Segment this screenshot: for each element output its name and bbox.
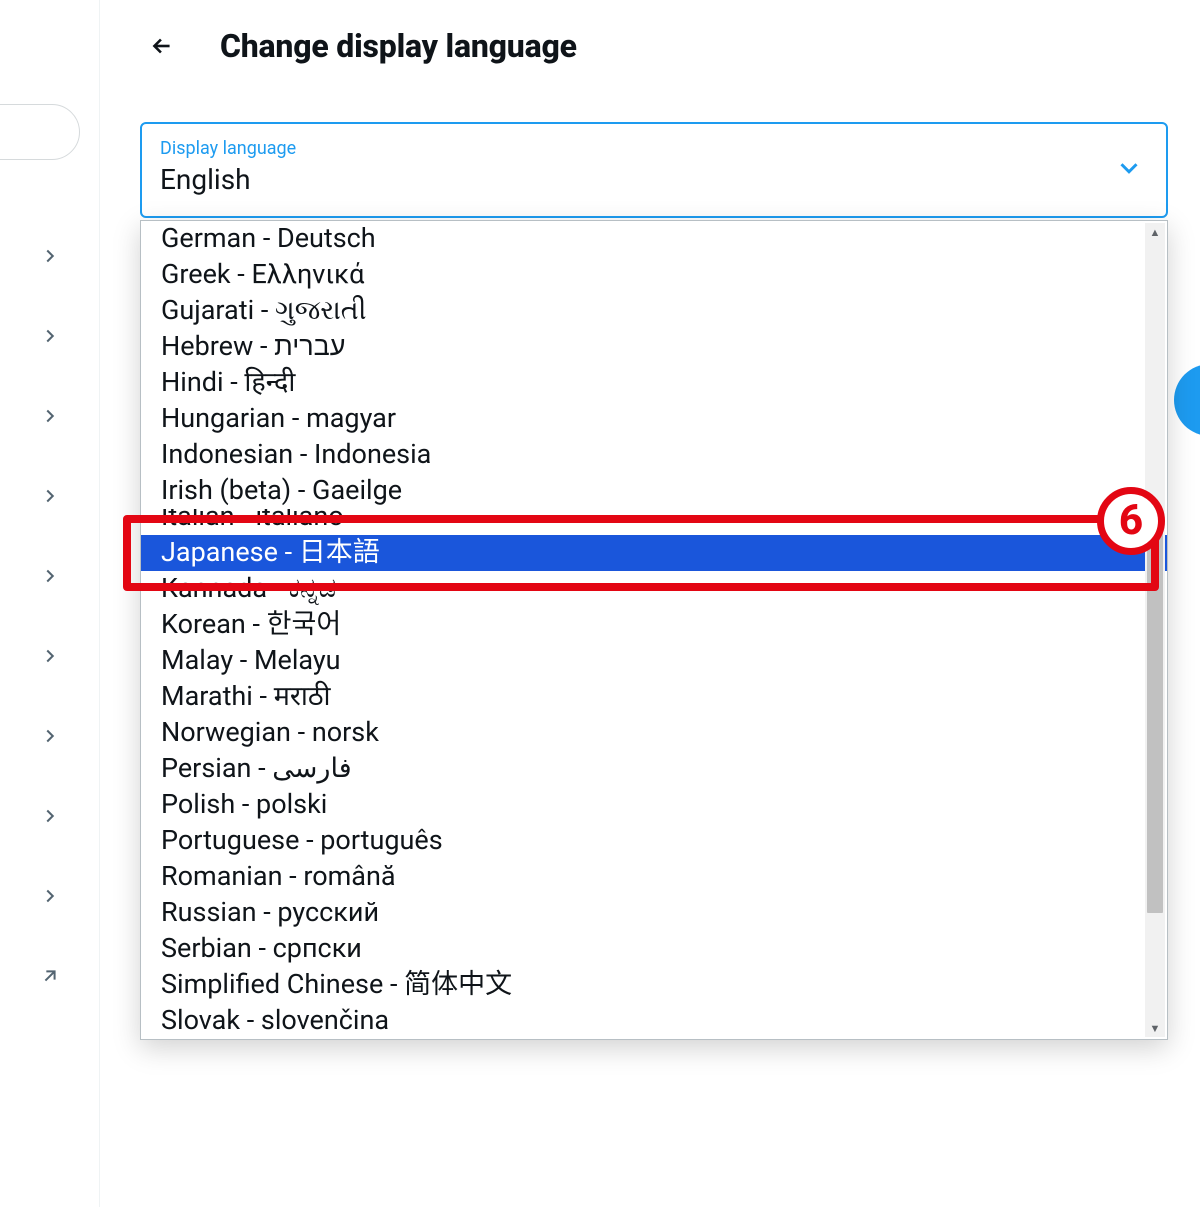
sidebar-item-chevron[interactable] (30, 536, 70, 616)
language-option[interactable]: Russian - русский (141, 895, 1167, 931)
arrow-left-icon (149, 33, 175, 59)
language-option[interactable]: Italian - italiano (141, 509, 1167, 535)
chevron-right-icon (39, 325, 61, 347)
language-option[interactable]: Hungarian - magyar (141, 401, 1167, 437)
scroll-down-button[interactable]: ▼ (1145, 1019, 1165, 1037)
sidebar-item-chevron[interactable] (30, 856, 70, 936)
language-option[interactable]: Indonesian - Indonesia (141, 437, 1167, 473)
sidebar-item-chevron[interactable] (30, 296, 70, 376)
settings-nav-fragment (0, 0, 100, 1207)
sidebar-item-external[interactable] (30, 936, 70, 1016)
language-option[interactable]: Hebrew - עברית (141, 329, 1167, 365)
scroll-up-button[interactable]: ▲ (1145, 223, 1165, 241)
language-option[interactable]: Hindi - हिन्दी (141, 365, 1167, 401)
language-option[interactable]: Polish - polski (141, 787, 1167, 823)
page-header: Change display language (100, 0, 1200, 86)
language-option[interactable]: Irish (beta) - Gaeilge (141, 473, 1167, 509)
scrollbar[interactable]: ▲ ▼ (1145, 223, 1165, 1037)
language-option[interactable]: Kannada - ಕನ್ನಡ (141, 571, 1167, 607)
language-option[interactable]: Greek - Ελληνικά (141, 257, 1167, 293)
arrow-up-right-icon (39, 965, 61, 987)
chevron-right-icon (39, 485, 61, 507)
sidebar-item-chevron[interactable] (30, 616, 70, 696)
select-value: English (160, 163, 1110, 196)
sidebar-item-chevron[interactable] (30, 216, 70, 296)
chevron-down-icon (1114, 153, 1144, 187)
language-option[interactable]: Norwegian - norsk (141, 715, 1167, 751)
language-option[interactable]: Korean - 한국어 (141, 607, 1167, 643)
sidebar-item-chevron[interactable] (30, 696, 70, 776)
language-option[interactable]: Malay - Melayu (141, 643, 1167, 679)
language-listbox[interactable]: German - DeutschGreek - ΕλληνικάGujarati… (140, 220, 1168, 1040)
sidebar-item-chevron[interactable] (30, 456, 70, 536)
language-option[interactable]: Slovak - slovenčina (141, 1003, 1167, 1039)
chevron-right-icon (39, 805, 61, 827)
language-option[interactable]: German - Deutsch (141, 221, 1167, 257)
select-label: Display language (160, 138, 1110, 159)
sidebar-item-chevron[interactable] (30, 776, 70, 856)
sidebar-item-chevron[interactable] (30, 376, 70, 456)
chevron-right-icon (39, 725, 61, 747)
chevron-right-icon (39, 245, 61, 267)
language-option[interactable]: Simplified Chinese - 简体中文 (141, 967, 1167, 1003)
language-option[interactable]: Gujarati - ગુજરાતી (141, 293, 1167, 329)
main-panel: Change display language Display language… (100, 0, 1200, 1207)
search-pill-fragment (0, 104, 80, 160)
language-option[interactable]: Serbian - српски (141, 931, 1167, 967)
chevron-right-icon (39, 885, 61, 907)
display-language-select-wrap: Display language English German - Deutsc… (140, 122, 1168, 218)
language-option[interactable]: Portuguese - português (141, 823, 1167, 859)
page-title: Change display language (220, 27, 577, 65)
chevron-right-icon (39, 405, 61, 427)
language-option[interactable]: Romanian - română (141, 859, 1167, 895)
display-language-select[interactable]: Display language English (140, 122, 1168, 218)
back-button[interactable] (140, 24, 184, 68)
chevron-right-icon (39, 645, 61, 667)
language-option[interactable]: Marathi - मराठी (141, 679, 1167, 715)
chevron-right-icon (39, 565, 61, 587)
scroll-thumb[interactable] (1147, 513, 1163, 913)
language-option[interactable]: Persian - فارسی (141, 751, 1167, 787)
language-option[interactable]: Japanese - 日本語 (141, 535, 1167, 571)
